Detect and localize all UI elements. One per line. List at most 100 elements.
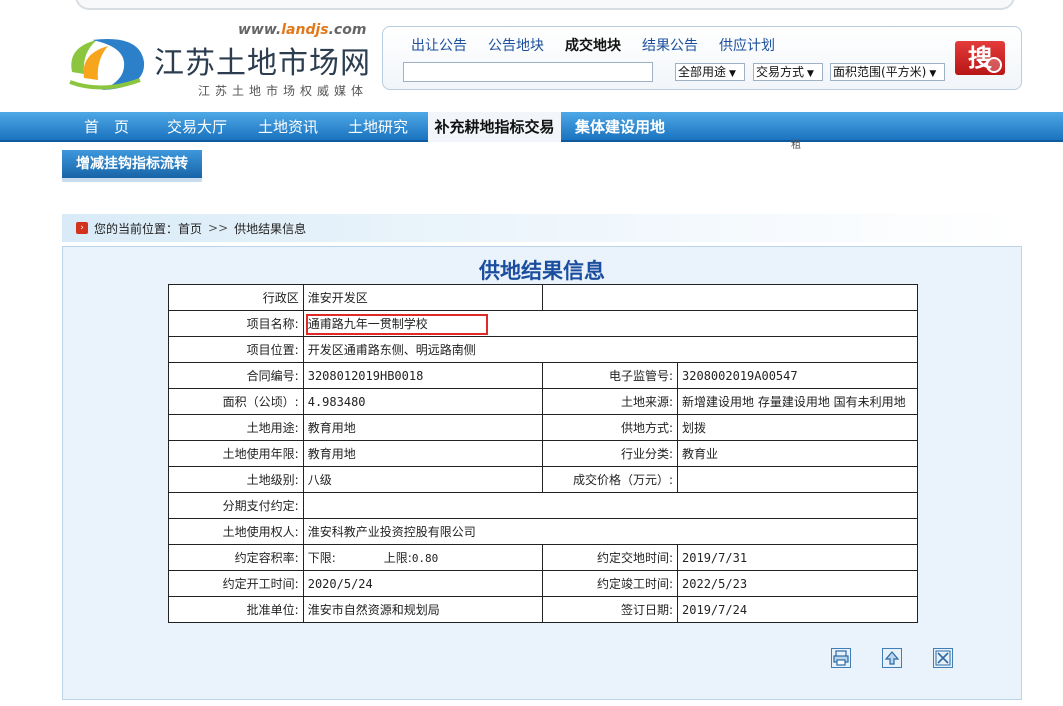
contract-no-value: 3208012019HB0018 bbox=[302, 362, 544, 389]
nav-overflow-text: 租 bbox=[791, 140, 801, 151]
use-term-value: 教育用地 bbox=[302, 440, 544, 467]
site-logo[interactable]: www.landjs.com 江苏土地市场网 江苏土地市场权威媒体 bbox=[62, 22, 372, 102]
breadcrumb-separator: >> bbox=[208, 221, 229, 235]
industry-value: 教育业 bbox=[677, 440, 918, 467]
search-tab-deal-parcel[interactable]: 成交地块 bbox=[565, 35, 621, 55]
table-row: 项目名称: 通甫路九年一贯制学校 bbox=[168, 310, 919, 337]
land-use-select[interactable]: 全部用途 ▼ bbox=[675, 63, 745, 81]
table-row: 批准单位: 淮安市自然资源和规划局 签订日期: 2019/7/24 bbox=[168, 596, 918, 623]
site-slogan: 江苏土地市场权威媒体 bbox=[198, 84, 369, 98]
land-use-value: 教育用地 bbox=[302, 414, 544, 441]
chevron-down-icon: ▼ bbox=[929, 69, 937, 79]
header-top-decoration bbox=[75, 0, 1015, 10]
land-source-value: 新增建设用地 存量建设用地 国有未利用地 bbox=[677, 388, 918, 415]
area-label: 面积（公顷）: bbox=[168, 388, 304, 415]
highlight-box bbox=[305, 314, 488, 335]
table-row: 面积（公顷）: 4.983480 土地来源: 新增建设用地 存量建设用地 国有未… bbox=[168, 388, 918, 415]
nav-land-research[interactable]: 土地研究 bbox=[348, 112, 408, 142]
table-row: 土地使用年限: 教育用地 行业分类: 教育业 bbox=[168, 440, 918, 467]
use-term-label: 土地使用年限: bbox=[168, 440, 304, 467]
table-row: 土地级别: 八级 成交价格（万元）: bbox=[168, 466, 918, 493]
installment-label: 分期支付约定: bbox=[168, 492, 304, 519]
nav-home[interactable]: 首 页 bbox=[84, 112, 129, 142]
site-url: www.landjs.com bbox=[238, 22, 367, 38]
area-value: 4.983480 bbox=[302, 388, 544, 415]
project-name-label: 项目名称: bbox=[168, 310, 304, 337]
logo-mark-icon bbox=[69, 38, 145, 90]
supervision-no-label: 电子监管号: bbox=[542, 362, 679, 389]
plot-ratio-upper-label: 上限: bbox=[383, 551, 412, 565]
trade-method-select[interactable]: 交易方式 ▼ bbox=[753, 63, 823, 81]
table-row: 行政区 淮安开发区 bbox=[168, 284, 918, 311]
installment-value bbox=[302, 492, 919, 519]
nav-arable-quota-trade[interactable]: 补充耕地指标交易 bbox=[428, 112, 561, 142]
plot-ratio-lower-label: 下限: bbox=[307, 551, 336, 565]
project-name-cell: 通甫路九年一贯制学校 bbox=[302, 310, 919, 337]
plot-ratio-value: 下限: 上限:0.80 bbox=[302, 544, 544, 571]
land-grade-value: 八级 bbox=[302, 466, 544, 493]
breadcrumb-prefix: 您的当前位置： bbox=[94, 221, 179, 236]
land-user-label: 土地使用权人: bbox=[168, 518, 304, 545]
approval-unit-value: 淮安市自然资源和规划局 bbox=[302, 596, 544, 623]
search-tabs: 出让公告 公告地块 成交地块 结果公告 供应计划 bbox=[411, 35, 796, 55]
contract-no-label: 合同编号: bbox=[168, 362, 304, 389]
start-time-label: 约定开工时间: bbox=[168, 570, 304, 597]
plot-ratio-label: 约定容积率: bbox=[168, 544, 304, 571]
district-label: 行政区 bbox=[168, 284, 304, 311]
back-to-top-icon[interactable] bbox=[882, 648, 902, 668]
project-location-label: 项目位置: bbox=[168, 336, 304, 363]
chevron-down-icon: ▼ bbox=[807, 69, 814, 79]
district-value: 淮安开发区 bbox=[302, 284, 544, 311]
approval-unit-label: 批准单位: bbox=[168, 596, 304, 623]
land-user-value: 淮安科教产业投资控股有限公司 bbox=[302, 518, 919, 545]
search-panel: 出让公告 公告地块 成交地块 结果公告 供应计划 全部用途 ▼ 交易方式 ▼ 面积范… bbox=[382, 26, 1022, 90]
table-row: 约定开工时间: 2020/5/24 约定竣工时间: 2022/5/23 bbox=[168, 570, 918, 597]
completion-time-value: 2022/5/23 bbox=[677, 570, 918, 597]
breadcrumb-home-link[interactable]: 首页 bbox=[178, 220, 202, 237]
search-icon bbox=[986, 57, 1002, 73]
price-label: 成交价格（万元）: bbox=[542, 466, 679, 493]
land-grade-label: 土地级别: bbox=[168, 466, 304, 493]
table-row: 项目位置: 开发区通甫路东侧、明远路南侧 bbox=[168, 336, 919, 363]
chevron-down-icon: ▼ bbox=[729, 69, 736, 79]
table-row: 土地用途: 教育用地 供地方式: 划拨 bbox=[168, 414, 918, 441]
delivery-time-value: 2019/7/31 bbox=[677, 544, 918, 571]
search-tab-transfer-notice[interactable]: 出让公告 bbox=[411, 35, 467, 55]
supply-method-value: 划拨 bbox=[677, 414, 918, 441]
industry-label: 行业分类: bbox=[542, 440, 679, 467]
table-row: 土地使用权人: 淮安科教产业投资控股有限公司 bbox=[168, 518, 919, 545]
price-value bbox=[677, 466, 918, 493]
sign-date-value: 2019/7/24 bbox=[677, 596, 918, 623]
site-name: 江苏土地市场网 bbox=[154, 46, 371, 81]
breadcrumb-arrow-icon: › bbox=[76, 222, 88, 234]
delivery-time-label: 约定交地时间: bbox=[542, 544, 679, 571]
empty-cell bbox=[542, 284, 918, 311]
search-button[interactable]: 搜 bbox=[955, 41, 1005, 75]
land-source-label: 土地来源: bbox=[542, 388, 679, 415]
search-tab-result-notice[interactable]: 结果公告 bbox=[642, 35, 698, 55]
main-nav: 首 页 交易大厅 土地资讯 土地研究 补充耕地指标交易 集体建设用地 bbox=[0, 112, 1063, 142]
breadcrumb-current: 供地结果信息 bbox=[234, 221, 307, 236]
close-window-icon[interactable] bbox=[933, 648, 953, 668]
table-row: 合同编号: 3208012019HB0018 电子监管号: 3208002019… bbox=[168, 362, 918, 389]
nav-land-news[interactable]: 土地资讯 bbox=[258, 112, 318, 142]
sign-date-label: 签订日期: bbox=[542, 596, 679, 623]
nav-trading-hall[interactable]: 交易大厅 bbox=[167, 112, 227, 142]
search-tab-notice-parcel[interactable]: 公告地块 bbox=[488, 35, 544, 55]
subnav-quota-transfer[interactable]: 增减挂钩指标流转 bbox=[62, 150, 202, 182]
nav-collective-land[interactable]: 集体建设用地 bbox=[575, 112, 665, 142]
supply-method-label: 供地方式: bbox=[542, 414, 679, 441]
project-location-value: 开发区通甫路东侧、明远路南侧 bbox=[302, 336, 919, 363]
page-title: 供地结果信息 bbox=[479, 259, 605, 283]
area-range-select[interactable]: 面积范围(平方米) ▼ bbox=[830, 63, 945, 81]
print-icon[interactable] bbox=[831, 648, 851, 668]
search-input[interactable] bbox=[403, 62, 653, 82]
content-panel: 供地结果信息 行政区 淮安开发区 项目名称: 通甫路九年一贯制学校 项目位置: … bbox=[62, 246, 1022, 700]
supervision-no-value: 3208002019A00547 bbox=[677, 362, 918, 389]
plot-ratio-upper-value: 0.80 bbox=[411, 552, 439, 565]
search-tab-supply-plan[interactable]: 供应计划 bbox=[719, 35, 775, 55]
start-time-value: 2020/5/24 bbox=[302, 570, 544, 597]
land-result-table: 行政区 淮安开发区 项目名称: 通甫路九年一贯制学校 项目位置: 开发区通甫路东… bbox=[168, 284, 919, 623]
table-row: 约定容积率: 下限: 上限:0.80 约定交地时间: 2019/7/31 bbox=[168, 544, 918, 571]
land-use-label: 土地用途: bbox=[168, 414, 304, 441]
